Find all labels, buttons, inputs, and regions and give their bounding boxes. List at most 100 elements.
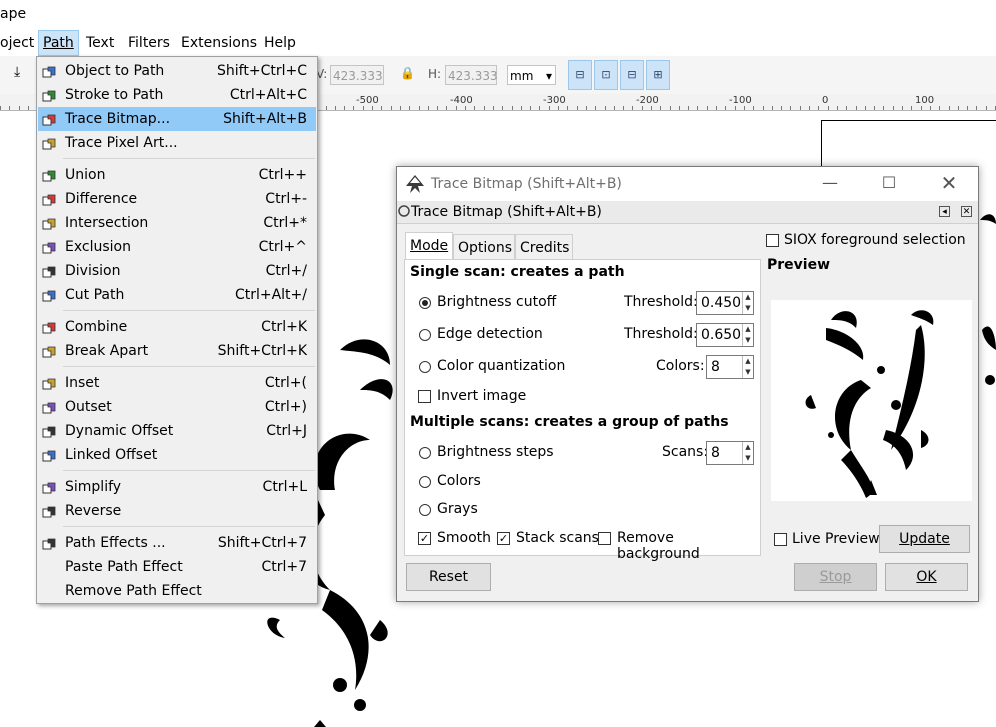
menu-filters[interactable]: Filters (124, 30, 174, 56)
menubar: oject Path Text Filters Extensions Help (0, 30, 996, 57)
menu-item-exclusion[interactable]: Exclusion Ctrl+^ (38, 235, 316, 259)
panel-close-icon[interactable]: ✕ (961, 206, 972, 217)
menu-item-break-apart[interactable]: Break Apart Shift+Ctrl+K (38, 339, 316, 363)
menu-item-intersection[interactable]: Intersection Ctrl+* (38, 211, 316, 235)
ruler-tick (353, 106, 354, 110)
menu-item-reverse[interactable]: Reverse (38, 499, 316, 523)
stop-button[interactable]: Stop (794, 563, 877, 591)
ruler-tick (707, 106, 708, 110)
siox-checkbox[interactable] (766, 234, 779, 247)
grays-radio[interactable] (419, 504, 431, 516)
ruler-tick (326, 106, 327, 110)
menu-item-union[interactable]: Union Ctrl++ (38, 163, 316, 187)
update-button[interactable]: Update (879, 525, 970, 553)
trace-pixel-art-icon (42, 136, 56, 150)
brightness-threshold-spinner[interactable]: 0.450 ▲ ▼ (696, 291, 754, 315)
spin-arrows-icon[interactable]: ▲ ▼ (742, 292, 753, 314)
menu-item-shortcut: Ctrl+) (264, 399, 307, 415)
menu-item-object-to-path[interactable]: Object to Path Shift+Ctrl+C (38, 59, 316, 83)
colors-spinner[interactable]: 8 ▲ ▼ (706, 355, 754, 379)
ruler-tick (828, 106, 829, 110)
menu-item-cut-path[interactable]: Cut Path Ctrl+Alt+/ (38, 283, 316, 307)
smooth-checkbox[interactable]: ✓ (418, 532, 431, 545)
menu-text[interactable]: Text (82, 30, 118, 56)
menu-item-paste-path-effect[interactable]: Paste Path Effect Ctrl+7 (38, 555, 316, 579)
minimize-icon[interactable]: — (815, 171, 845, 195)
ruler-tick (688, 106, 689, 110)
maximize-icon[interactable]: ☐ (874, 171, 904, 195)
menu-item-trace-bitmap[interactable]: Trace Bitmap... Shift+Alt+B (38, 107, 316, 131)
ruler-tick (539, 106, 540, 110)
brightness-threshold-label: Threshold: (624, 294, 698, 310)
panel-iconify-icon[interactable]: ◂ (939, 206, 950, 217)
ruler-tick (818, 106, 819, 110)
ruler-tick (419, 106, 420, 110)
ruler-tick (577, 106, 578, 110)
snap-toggle-4[interactable]: ⊞ (646, 60, 670, 90)
brightness-steps-radio[interactable] (419, 447, 431, 459)
menu-item-simplify[interactable]: Simplify Ctrl+L (38, 475, 316, 499)
ruler-tick (391, 106, 392, 110)
ruler-tick (19, 106, 20, 110)
ruler-tick (0, 106, 1, 110)
lower-to-bottom-icon[interactable]: ⤓ (14, 64, 20, 80)
unit-select[interactable]: mm ▾ (507, 65, 556, 85)
tab-credits[interactable]: Credits (515, 234, 573, 260)
menu-item-label: Trace Bitmap... (65, 111, 171, 127)
ruler-tick (893, 106, 894, 110)
colors-radio[interactable] (419, 476, 431, 488)
menu-extensions[interactable]: Extensions (177, 30, 261, 56)
stack-scans-checkbox[interactable]: ✓ (497, 532, 510, 545)
menu-item-stroke-to-path[interactable]: Stroke to Path Ctrl+Alt+C (38, 83, 316, 107)
tab-mode[interactable]: Mode (405, 232, 453, 260)
live-preview-label: Live Preview (792, 531, 880, 547)
reset-button[interactable]: Reset (406, 563, 491, 591)
menu-item-remove-path-effect[interactable]: Remove Path Effect (38, 579, 316, 603)
scans-spinner[interactable]: 8 ▲ ▼ (706, 441, 754, 465)
ruler-tick (651, 106, 652, 110)
live-preview-checkbox[interactable] (774, 533, 787, 546)
menu-item-outset[interactable]: Outset Ctrl+) (38, 395, 316, 419)
menu-item-shortcut: Ctrl+^ (258, 239, 307, 255)
menu-item-difference[interactable]: Difference Ctrl+- (38, 187, 316, 211)
brightness-cutoff-radio[interactable] (419, 297, 431, 309)
snap-toggle-3[interactable]: ⊟ (620, 60, 644, 90)
spin-arrows-icon[interactable]: ▲ ▼ (742, 356, 753, 378)
menu-object[interactable]: oject (0, 30, 38, 56)
cut-path-icon (42, 288, 56, 302)
width-input[interactable]: 423.333 (330, 65, 384, 85)
snap-toggle-1[interactable]: ⊟ (568, 60, 592, 90)
menu-help[interactable]: Help (260, 30, 300, 56)
colors-option-label: Colors (437, 473, 481, 489)
height-input[interactable]: 423.333 (445, 65, 498, 85)
ruler-tick (790, 106, 791, 110)
lock-icon[interactable]: 🔒 (400, 66, 415, 80)
snap-toggle-2[interactable]: ⊡ (594, 60, 618, 90)
menu-item-combine[interactable]: Combine Ctrl+K (38, 315, 316, 339)
edge-detection-radio[interactable] (419, 329, 431, 341)
menu-item-path-effects[interactable]: Path Effects ... Shift+Ctrl+7 (38, 531, 316, 555)
window-titlebar[interactable]: Trace Bitmap (Shift+Alt+B) — ☐ ✕ (397, 167, 978, 201)
ruler-tick (716, 106, 717, 110)
menu-item-trace-pixel-art[interactable]: Trace Pixel Art... (38, 131, 316, 155)
spin-arrows-icon[interactable]: ▲ ▼ (742, 442, 753, 464)
menu-item-inset[interactable]: Inset Ctrl+( (38, 371, 316, 395)
ok-button[interactable]: OK (885, 563, 968, 591)
menu-item-shortcut: Ctrl+7 (261, 559, 307, 575)
menu-item-label: Break Apart (65, 343, 149, 359)
menu-path[interactable]: Path (38, 30, 79, 56)
edge-threshold-spinner[interactable]: 0.650 ▲ ▼ (696, 323, 754, 347)
ruler-tick (28, 106, 29, 110)
menu-item-division[interactable]: Division Ctrl+/ (38, 259, 316, 283)
menu-item-dynamic-offset[interactable]: Dynamic Offset Ctrl+J (38, 419, 316, 443)
ruler-tick (567, 106, 568, 110)
color-quantization-radio[interactable] (419, 361, 431, 373)
invert-image-checkbox[interactable] (418, 390, 431, 403)
ruler-tick (846, 106, 847, 110)
remove-background-checkbox[interactable] (598, 532, 611, 545)
tab-options[interactable]: Options (453, 234, 515, 260)
close-icon[interactable]: ✕ (934, 171, 964, 195)
menu-item-linked-offset[interactable]: Linked Offset (38, 443, 316, 467)
ruler-tick (409, 106, 410, 110)
spin-arrows-icon[interactable]: ▲ ▼ (742, 324, 753, 346)
